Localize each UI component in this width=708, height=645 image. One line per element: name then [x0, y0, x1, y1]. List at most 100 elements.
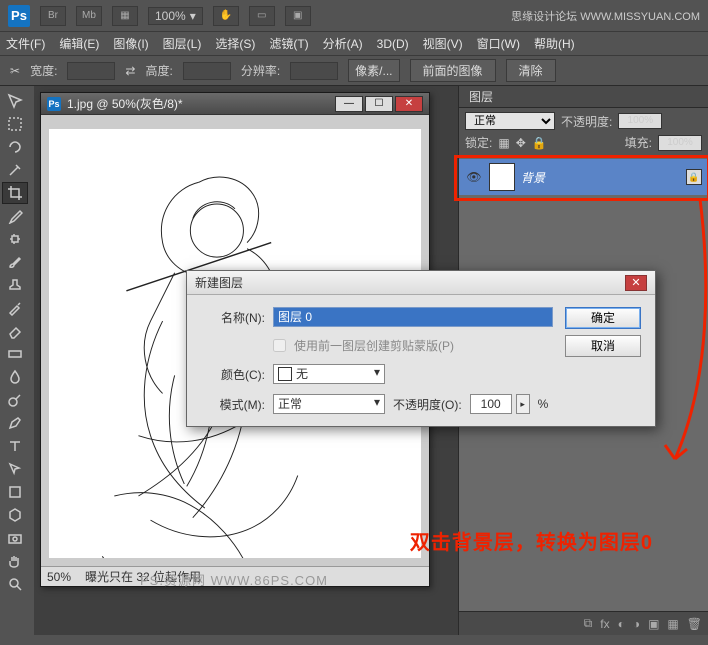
blend-mode-select[interactable]: 正常 — [465, 112, 555, 130]
dodge-tool[interactable] — [2, 389, 28, 411]
type-tool[interactable] — [2, 435, 28, 457]
clip-mask-label: 使用前一图层创建剪贴蒙版(P) — [294, 337, 454, 354]
mode-label: 模式(M): — [201, 396, 265, 413]
shape-tool[interactable] — [2, 481, 28, 503]
new-layer-dialog: 新建图层 ✕ 名称(N): 图层 0 使用前一图层创建剪贴蒙版(P) 颜色(C)… — [186, 270, 656, 427]
layer-mask-icon[interactable]: ◐ — [618, 617, 625, 631]
lock-pixels-icon[interactable]: ▦ — [498, 136, 509, 150]
layer-lock-icon: 🔒 — [686, 169, 702, 185]
menu-window[interactable]: 窗口(W) — [477, 35, 520, 52]
brush-tool[interactable] — [2, 251, 28, 273]
mode-select[interactable]: 正常▾ — [273, 394, 385, 414]
menu-file[interactable]: 文件(F) — [6, 35, 45, 52]
stamp-tool[interactable] — [2, 274, 28, 296]
delete-layer-icon[interactable]: 🗑 — [687, 617, 702, 631]
opt-front-image-button[interactable]: 前面的图像 — [410, 59, 496, 82]
zoom-level-dropdown[interactable]: 100%▾ — [148, 7, 203, 25]
opt-res-label: 分辨率: — [241, 62, 280, 79]
dialog-titlebar[interactable]: 新建图层 ✕ — [187, 271, 655, 295]
eraser-tool[interactable] — [2, 320, 28, 342]
mini-bridge-button[interactable]: Mb — [76, 6, 102, 26]
path-select-tool[interactable] — [2, 458, 28, 480]
window-maximize[interactable]: ☐ — [365, 96, 393, 112]
layer-thumbnail[interactable] — [489, 163, 515, 191]
marquee-tool[interactable] — [2, 113, 28, 135]
doc-zoom-value[interactable]: 50% — [47, 570, 71, 584]
opacity-stepper[interactable]: ▸ — [516, 394, 530, 414]
menu-select[interactable]: 选择(S) — [215, 35, 255, 52]
move-tool[interactable] — [2, 90, 28, 112]
visibility-icon[interactable]: 👁 — [465, 168, 483, 186]
blur-tool[interactable] — [2, 366, 28, 388]
name-label: 名称(N): — [201, 309, 265, 326]
opt-width-input[interactable] — [67, 62, 115, 80]
tools-panel — [0, 86, 34, 635]
dialog-title: 新建图层 — [195, 274, 625, 291]
ok-button[interactable]: 确定 — [565, 307, 641, 329]
fill-value[interactable]: 100% — [658, 135, 702, 151]
cancel-button[interactable]: 取消 — [565, 335, 641, 357]
window-close[interactable]: ✕ — [395, 96, 423, 112]
new-layer-icon[interactable]: ▦ — [667, 617, 678, 631]
menu-edit[interactable]: 编辑(E) — [59, 35, 99, 52]
document-titlebar[interactable]: Ps 1.jpg @ 50%(灰色/8)* — ☐ ✕ — [41, 93, 429, 115]
pen-tool[interactable] — [2, 412, 28, 434]
opacity-input[interactable]: 100 — [470, 394, 512, 414]
opt-res-input[interactable] — [290, 62, 338, 80]
menu-help[interactable]: 帮助(H) — [534, 35, 575, 52]
opt-height-label: 高度: — [145, 62, 172, 79]
menu-filter[interactable]: 滤镜(T) — [269, 35, 308, 52]
swap-icon[interactable]: ⇄ — [125, 64, 135, 78]
camera-tool[interactable] — [2, 527, 28, 549]
link-layers-icon[interactable]: ⧉ — [584, 616, 593, 631]
menu-image[interactable]: 图像(I) — [113, 35, 148, 52]
lock-position-icon[interactable]: ✥ — [516, 136, 526, 150]
menu-view[interactable]: 视图(V) — [423, 35, 463, 52]
forum-watermark: 思缘设计论坛 WWW.MISSYUAN.COM — [511, 8, 700, 24]
ps-logo: Ps — [8, 5, 30, 27]
lock-label: 锁定: — [465, 134, 492, 151]
layer-row-background[interactable]: 👁 背景 🔒 — [459, 159, 708, 195]
dialog-close-button[interactable]: ✕ — [625, 275, 647, 291]
opt-clear-button[interactable]: 清除 — [506, 59, 556, 82]
eyedropper-tool[interactable] — [2, 205, 28, 227]
opacity-value[interactable]: 100% — [618, 113, 662, 129]
view-extras-button[interactable]: ▦ — [112, 6, 138, 26]
hand-tool[interactable] — [2, 550, 28, 572]
window-minimize[interactable]: — — [335, 96, 363, 112]
app-topbar: Ps Br Mb ▦ 100%▾ ✋ ▭ ▣ 思缘设计论坛 WWW.MISSYU… — [0, 0, 708, 32]
hand-button[interactable]: ✋ — [213, 6, 239, 26]
canvas-watermark: PS.资源网 WWW.86PS.COM — [140, 570, 328, 589]
arrange-button[interactable]: ▭ — [249, 6, 275, 26]
gradient-tool[interactable] — [2, 343, 28, 365]
adjustment-layer-icon[interactable]: ◑ — [633, 617, 640, 631]
opacity-label-dlg: 不透明度(O): — [393, 396, 462, 413]
screen-mode-button[interactable]: ▣ — [285, 6, 311, 26]
layer-name[interactable]: 背景 — [521, 169, 545, 186]
crop-tool[interactable] — [2, 182, 28, 204]
opt-unit-dropdown[interactable]: 像素/... — [348, 59, 399, 82]
layers-panel-tab[interactable]: 图层 — [459, 86, 708, 108]
bridge-button[interactable]: Br — [40, 6, 66, 26]
menu-layer[interactable]: 图层(L) — [163, 35, 202, 52]
menu-analysis[interactable]: 分析(A) — [323, 35, 363, 52]
zoom-tool[interactable] — [2, 573, 28, 595]
wand-tool[interactable] — [2, 159, 28, 181]
lock-all-icon[interactable]: 🔒 — [532, 136, 547, 150]
lasso-tool[interactable] — [2, 136, 28, 158]
opt-height-input[interactable] — [183, 62, 231, 80]
menu-bar: 文件(F) 编辑(E) 图像(I) 图层(L) 选择(S) 滤镜(T) 分析(A… — [0, 32, 708, 56]
color-swatch — [278, 367, 292, 381]
layers-footer: ⧉ fx ◐ ◑ ▣ ▦ 🗑 — [459, 611, 708, 635]
layer-style-icon[interactable]: fx — [600, 617, 609, 631]
crop-tool-icon: ✂ — [10, 64, 20, 78]
color-label: 颜色(C): — [201, 366, 265, 383]
history-brush-tool[interactable] — [2, 297, 28, 319]
opt-width-label: 宽度: — [30, 62, 57, 79]
3d-tool[interactable] — [2, 504, 28, 526]
healing-tool[interactable] — [2, 228, 28, 250]
color-select[interactable]: 无 ▾ — [273, 364, 385, 384]
layer-group-icon[interactable]: ▣ — [648, 617, 659, 631]
menu-3d[interactable]: 3D(D) — [377, 37, 409, 51]
layer-name-input[interactable]: 图层 0 — [273, 307, 553, 327]
